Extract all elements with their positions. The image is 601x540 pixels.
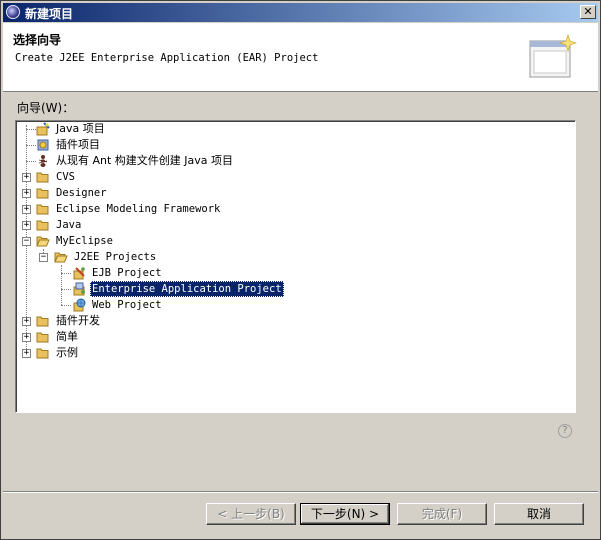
header-title: 选择向导 — [13, 33, 62, 47]
finish-button[interactable]: 完成(F) — [397, 503, 487, 525]
plugin-project-icon — [37, 139, 49, 151]
tree-label: 向导(W)： — [17, 101, 75, 115]
tree-item-plugin-project[interactable]: 插件项目 — [34, 137, 102, 153]
folder-icon — [36, 316, 49, 327]
tree-item-ant-project[interactable]: 从现有 Ant 构建文件创建 Java 项目 — [34, 153, 235, 169]
window-title: 新建项目 — [25, 7, 74, 21]
tree-item-simple[interactable]: 简单 — [34, 329, 80, 345]
tree-item-enterprise-application-project[interactable]: Enterprise Application Project — [70, 281, 284, 297]
folder-icon — [36, 348, 49, 359]
help-icon[interactable]: ? — [558, 424, 572, 438]
expand-toggle-designer[interactable]: + — [22, 189, 31, 198]
folder-open-icon — [54, 252, 68, 263]
wizard-header: 选择向导 Create J2EE Enterprise Application … — [3, 23, 598, 92]
tree-item-designer[interactable]: Designer — [34, 185, 109, 201]
folder-icon — [36, 172, 49, 183]
ant-icon — [38, 155, 48, 167]
tree-item-myeclipse[interactable]: MyEclipse — [34, 233, 115, 249]
expand-toggle-simple[interactable]: + — [22, 333, 31, 342]
folder-icon — [36, 188, 49, 199]
ear-project-icon — [73, 282, 85, 296]
web-project-icon — [73, 298, 86, 312]
folder-icon — [36, 332, 49, 343]
collapse-toggle-j2ee-projects[interactable]: − — [39, 253, 48, 262]
expand-toggle-examples[interactable]: + — [22, 349, 31, 358]
expand-toggle-cvs[interactable]: + — [22, 173, 31, 182]
header-description: Create J2EE Enterprise Application (EAR)… — [15, 52, 319, 64]
back-button[interactable]: < 上一步(B) — [206, 503, 296, 525]
folder-icon — [36, 204, 49, 215]
button-separator — [3, 491, 598, 493]
title-bar[interactable]: 新建项目 ✕ — [3, 3, 598, 22]
tree-item-java[interactable]: Java — [34, 217, 83, 233]
java-project-icon — [36, 122, 50, 136]
tree-item-eclipse-modeling-framework[interactable]: Eclipse Modeling Framework — [34, 201, 222, 217]
tree-item-j2ee-projects[interactable]: J2EE Projects — [52, 249, 158, 265]
tree-item-examples[interactable]: 示例 — [34, 345, 80, 361]
close-button[interactable]: ✕ — [580, 5, 596, 19]
ejb-project-icon — [73, 267, 85, 280]
expand-toggle-plugin-dev[interactable]: + — [22, 317, 31, 326]
eclipse-icon — [6, 5, 20, 19]
expand-toggle-emf[interactable]: + — [22, 205, 31, 214]
tree-item-java-project[interactable]: Java 项目 — [34, 121, 107, 137]
collapse-toggle-myeclipse[interactable]: − — [22, 237, 31, 246]
tree-item-web-project[interactable]: Web Project — [70, 297, 164, 313]
tree-item-ejb-project[interactable]: EJB Project — [70, 265, 164, 281]
wizard-tree[interactable]: Java 项目 插件项目 从现有 Ant 构建文件创建 Java 项目 + CV… — [15, 120, 576, 413]
folder-open-icon — [36, 236, 50, 247]
wizard-banner-icon — [529, 34, 577, 78]
next-button[interactable]: 下一步(N) > — [300, 503, 390, 525]
tree-item-plugin-development[interactable]: 插件开发 — [34, 313, 102, 329]
wizard-dialog: 新建项目 ✕ 选择向导 Create J2EE Enterprise Appli… — [0, 0, 601, 540]
tree-item-cvs[interactable]: CVS — [34, 169, 77, 185]
cancel-button[interactable]: 取消 — [494, 503, 584, 525]
folder-icon — [36, 220, 49, 231]
expand-toggle-java[interactable]: + — [22, 221, 31, 230]
